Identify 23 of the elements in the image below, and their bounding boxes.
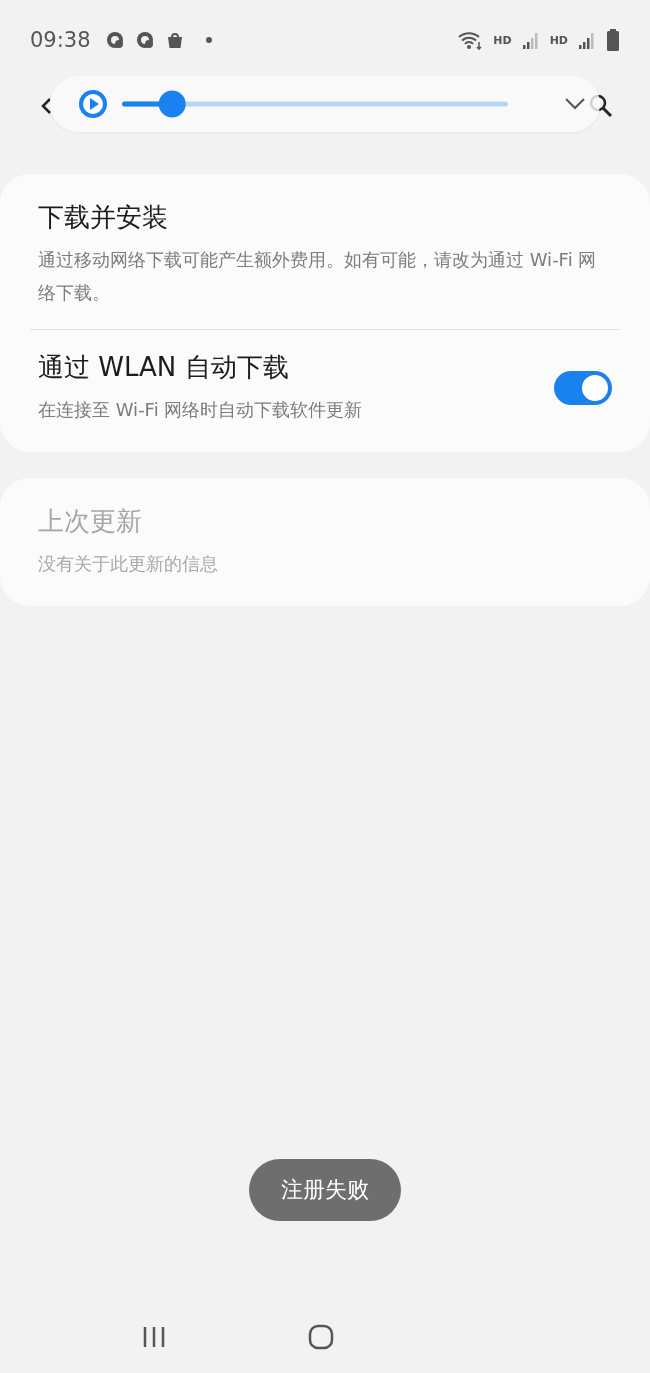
recent-apps-icon[interactable] bbox=[142, 1326, 166, 1348]
back-icon[interactable] bbox=[40, 97, 52, 115]
status-time: 09:38 bbox=[30, 28, 91, 52]
battery-icon bbox=[606, 29, 620, 51]
play-icon[interactable] bbox=[78, 89, 108, 119]
signal-icon bbox=[578, 30, 596, 50]
wifi-icon bbox=[457, 30, 484, 50]
app-notification-icon bbox=[104, 30, 125, 50]
toast-message: 注册失败 bbox=[249, 1159, 401, 1221]
network-type-label: HD bbox=[549, 33, 568, 47]
dot-icon bbox=[204, 36, 213, 44]
setting-summary: 通过移动网络下载可能产生额外费用。如有可能，请改为通过 Wi-Fi 网络下载。 bbox=[38, 248, 598, 305]
setting-title[interactable]: 下载并安装 bbox=[38, 200, 612, 235]
chevron-down-icon[interactable] bbox=[564, 97, 586, 111]
network-type-label: HD bbox=[493, 33, 512, 47]
app-notification-icon bbox=[134, 30, 155, 50]
slider-thumb[interactable] bbox=[158, 90, 186, 118]
home-icon[interactable] bbox=[308, 1324, 334, 1350]
setting-summary: 在连接至 Wi-Fi 网络时自动下载软件更新 bbox=[38, 398, 364, 422]
toggle-switch[interactable] bbox=[554, 371, 612, 405]
setting-summary: 没有关于此更新的信息 bbox=[38, 552, 219, 576]
setting-title[interactable]: 通过 WLAN 自动下载 bbox=[38, 350, 554, 385]
signal-icon bbox=[521, 30, 540, 50]
